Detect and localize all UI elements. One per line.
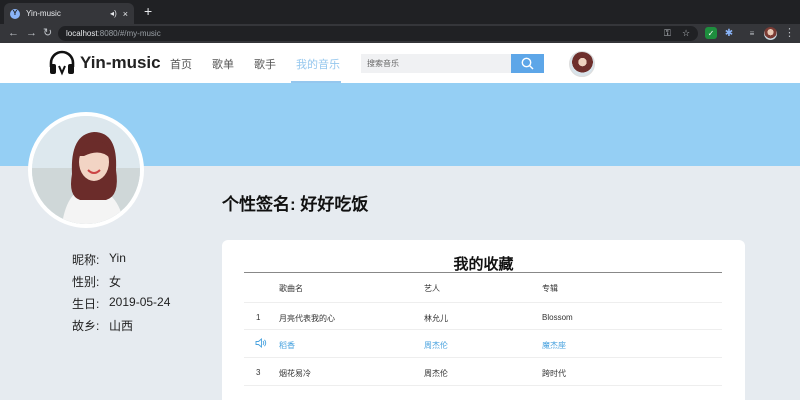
info-value: Yin [109, 251, 126, 265]
info-value: 女 [109, 275, 122, 289]
info-label: 昵称: [72, 253, 100, 267]
nav-home[interactable]: 首页 [170, 56, 192, 72]
column-song: 歌曲名 [279, 284, 303, 293]
table-row[interactable]: 3 烟花易冷 周杰伦 跨时代 [244, 358, 722, 386]
profile-avatar [28, 112, 144, 228]
column-album: 专辑 [542, 284, 558, 293]
speaker-icon [255, 338, 267, 348]
nav-singers[interactable]: 歌手 [254, 56, 276, 72]
row-artist[interactable]: 周杰伦 [424, 368, 448, 379]
more-menu-icon[interactable]: ⋮ [784, 26, 795, 40]
row-album[interactable]: Blossom [542, 313, 573, 322]
star-icon[interactable]: ☆ [682, 27, 690, 39]
url-host: localhost [66, 29, 98, 38]
browser-profile-avatar[interactable] [764, 27, 777, 40]
browser-tabbar: Y Yin-music ◂) × + [0, 0, 800, 24]
row-album[interactable]: 跨时代 [542, 368, 566, 379]
info-hometown: 故乡: 山西 [72, 317, 133, 334]
browser-tab[interactable]: Y Yin-music ◂) × [4, 3, 134, 24]
logo-text: Yin-music [80, 53, 161, 72]
info-value: 2019-05-24 [109, 295, 171, 309]
speaker-icon[interactable]: ◂) [110, 9, 117, 18]
info-nickname: 昵称: Yin [72, 251, 126, 268]
row-song[interactable]: 烟花易冷 [279, 368, 311, 379]
info-gender: 性别: 女 [72, 273, 121, 290]
info-birthday: 生日: 2019-05-24 [72, 295, 170, 312]
favorites-card: 我的收藏 歌曲名 艺人 专辑 1 月亮代表我的心 林允儿 Blossom 稻香 … [222, 240, 745, 400]
favorites-title: 我的收藏 [453, 256, 514, 273]
info-label: 性别: [72, 275, 100, 289]
reload-icon[interactable]: ↻ [43, 26, 52, 40]
row-album[interactable]: 魔杰座 [542, 340, 566, 351]
row-song[interactable]: 稻香 [279, 340, 295, 351]
search-button[interactable] [511, 54, 544, 73]
url-path: :8080/#/my-music [97, 29, 161, 38]
favicon-icon: Y [10, 8, 20, 19]
column-artist: 艺人 [424, 284, 440, 293]
table-row[interactable]: 稻香 周杰伦 魔杰座 [244, 330, 722, 358]
info-label: 生日: [72, 297, 100, 311]
puzzle-icon[interactable]: ✱ [723, 27, 735, 39]
signature-label: 个性签名: [222, 195, 296, 214]
info-label: 故乡: [72, 319, 100, 333]
divider [244, 272, 722, 273]
tab-title: Yin-music [26, 9, 61, 18]
info-value: 山西 [109, 319, 134, 333]
back-arrow-icon[interactable]: ← [8, 26, 19, 40]
row-song[interactable]: 月亮代表我的心 [279, 313, 335, 324]
site-header: Yin-music 首页 歌单 歌手 我的音乐 [0, 43, 800, 83]
signature-value: 好好吃饭 [300, 195, 369, 214]
avatar-photo [32, 116, 140, 224]
address-bar: ← → ↻ localhost:8080/#/my-music ⚿ ☆ ✓ ✱ … [0, 24, 800, 43]
key-icon[interactable]: ⚿ [664, 27, 671, 39]
logo[interactable]: Yin-music [48, 50, 161, 76]
row-artist[interactable]: 林允儿 [424, 313, 448, 324]
row-artist[interactable]: 周杰伦 [424, 340, 448, 351]
row-index: 3 [256, 368, 261, 377]
user-avatar[interactable] [569, 51, 595, 77]
extension-icon[interactable]: ✓ [705, 27, 717, 39]
playlist-icon[interactable]: ≡ [746, 27, 758, 39]
url-input[interactable]: localhost:8080/#/my-music [58, 26, 698, 41]
forward-arrow-icon[interactable]: → [26, 26, 37, 40]
close-icon[interactable]: × [123, 9, 128, 19]
signature: 个性签名: 好好吃饭 [222, 190, 368, 215]
search-icon [521, 57, 534, 70]
new-tab-button[interactable]: + [144, 4, 152, 18]
headphones-icon [49, 50, 75, 76]
table-row[interactable]: 1 月亮代表我的心 林允儿 Blossom [244, 302, 722, 330]
nav-my-music[interactable]: 我的音乐 [296, 56, 340, 72]
nav-playlists[interactable]: 歌单 [212, 56, 234, 72]
row-index: 1 [256, 313, 261, 322]
search-input[interactable] [361, 54, 511, 73]
